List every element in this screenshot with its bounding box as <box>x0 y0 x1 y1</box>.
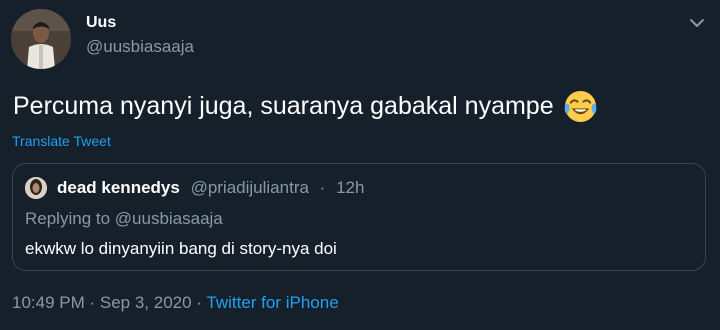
author-handle[interactable]: @uusbiasaaja <box>86 37 194 57</box>
meta-separator: · <box>191 293 207 312</box>
author-avatar[interactable] <box>11 9 71 69</box>
quoted-avatar-photo <box>25 177 47 199</box>
quoted-author-avatar[interactable] <box>25 177 47 199</box>
quoted-replying-to[interactable]: Replying to @uusbiasaaja <box>25 209 223 229</box>
meta-separator: · <box>84 293 100 312</box>
avatar-photo <box>11 9 71 69</box>
quoted-header: dead kennedys @priadijuliantra · 12h <box>57 178 364 198</box>
tweet-body: Percuma nyanyi juga, suaranya gabakal ny… <box>13 89 598 124</box>
translate-tweet-link[interactable]: Translate Tweet <box>12 133 111 149</box>
tears-of-joy-emoji-icon <box>563 89 598 124</box>
author-display-name[interactable]: Uus <box>86 14 116 32</box>
tweet-text: Percuma nyanyi juga, suaranya gabakal ny… <box>13 92 554 120</box>
tweet-time[interactable]: 10:49 PM <box>12 293 85 312</box>
quoted-separator: · <box>319 178 326 197</box>
chevron-down-icon[interactable] <box>689 16 705 28</box>
quoted-text: ekwkw lo dinyanyiin bang di story-nya do… <box>25 239 337 258</box>
tweet-date[interactable]: Sep 3, 2020 <box>100 293 192 312</box>
quoted-display-name[interactable]: dead kennedys <box>57 178 180 197</box>
quoted-timestamp[interactable]: 12h <box>336 178 364 197</box>
quoted-handle[interactable]: @priadijuliantra <box>191 178 309 197</box>
tweet-source-link[interactable]: Twitter for iPhone <box>206 293 338 312</box>
tweet-card: Uus @uusbiasaaja Percuma nyanyi juga, su… <box>0 0 720 330</box>
tweet-metadata: 10:49 PM · Sep 3, 2020 · Twitter for iPh… <box>12 293 339 313</box>
quoted-tweet[interactable]: dead kennedys @priadijuliantra · 12h Rep… <box>12 163 706 271</box>
